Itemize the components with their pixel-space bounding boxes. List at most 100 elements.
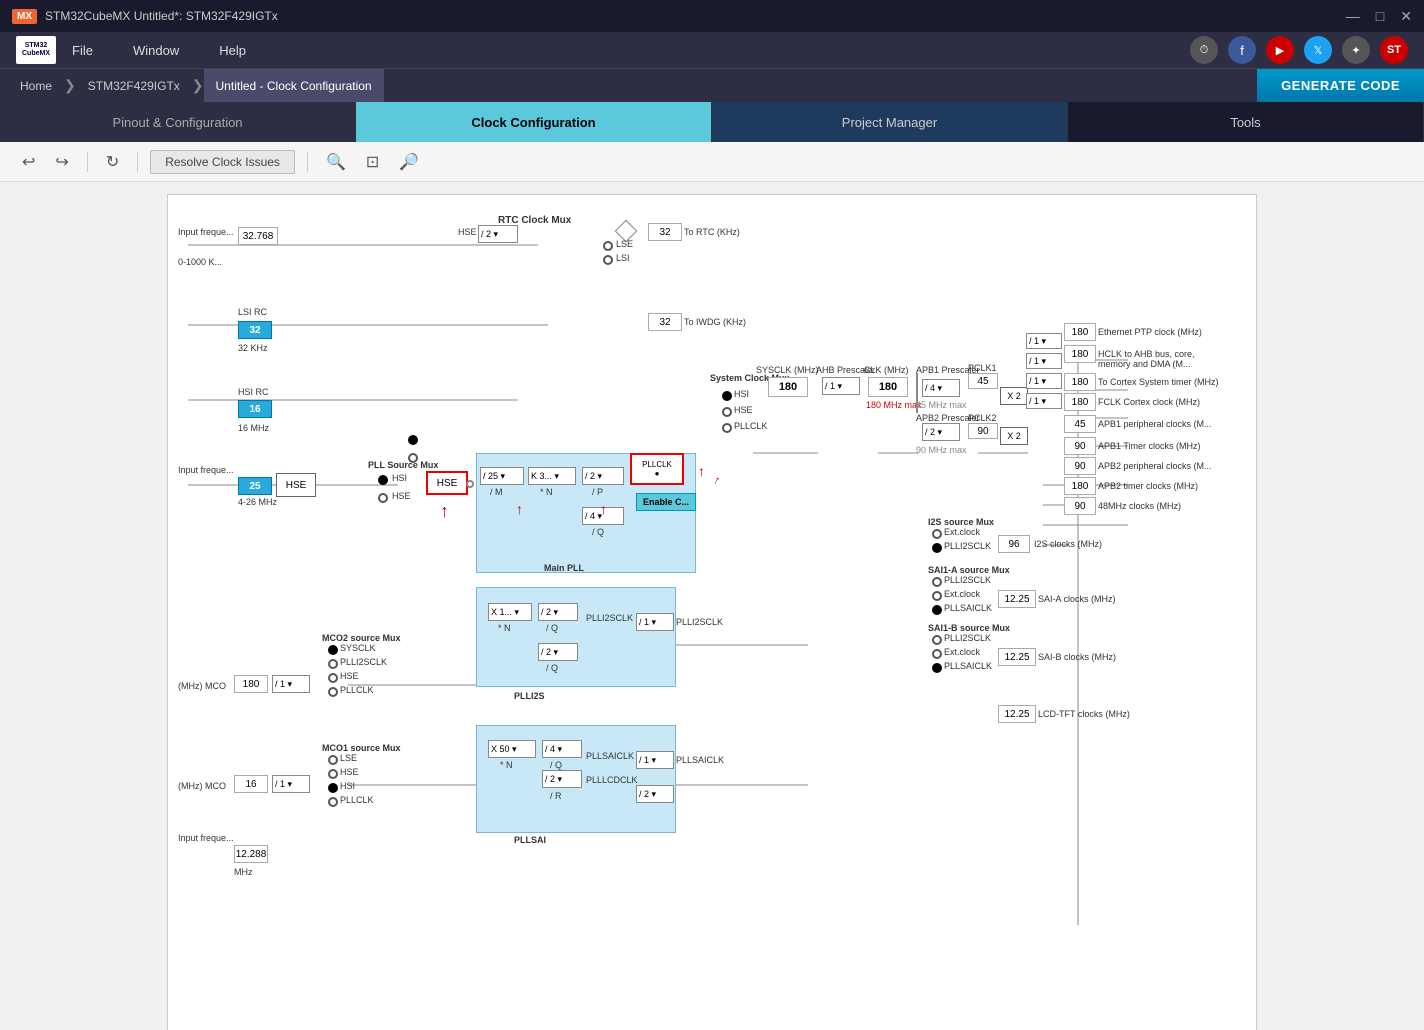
plli2sclk-saib-radio[interactable] [932,635,942,645]
crumb-current[interactable]: Untitled - Clock Configuration [204,69,384,102]
title-controls[interactable]: — □ ✕ [1346,8,1412,25]
social-st[interactable]: ST [1380,36,1408,64]
extclock-i2s-radio[interactable] [932,529,942,539]
lse-rtc-radio[interactable] [603,241,613,251]
menu-help[interactable]: Help [211,39,254,62]
hse-pll-box[interactable]: HSE [426,471,468,495]
plli2sclk-radio[interactable] [932,543,942,553]
hclk-ahb-value[interactable]: 180 [1064,345,1096,363]
pllclk-mco1-radio[interactable] [328,797,338,807]
plli2s-div1-select[interactable]: / 1 ▾ [636,613,674,631]
crumb-home[interactable]: Home [8,69,64,102]
lsi-rtc-radio[interactable] [603,255,613,265]
hsi-16-value[interactable]: 16 [238,400,272,418]
minimize-button[interactable]: — [1346,8,1360,25]
hse-25-value[interactable]: 25 [238,477,272,495]
mco2-value[interactable]: 180 [234,675,268,693]
plli2sclk-mco2-radio[interactable] [328,659,338,669]
div2-p-select[interactable]: / 2 ▾ [582,467,624,485]
hse-sys-radio[interactable] [722,407,732,417]
eth-ptp-value[interactable]: 180 [1064,323,1096,341]
div1-3-select[interactable]: / 1 ▾ [1026,373,1062,389]
div1-2-select[interactable]: / 1 ▾ [1026,353,1062,369]
generate-code-button[interactable]: GENERATE CODE [1257,69,1424,103]
hsi-sys-radio[interactable] [722,391,732,401]
hse-box[interactable]: HSE [276,473,316,497]
hse-mco2-radio[interactable] [328,673,338,683]
tab-pinout[interactable]: Pinout & Configuration [0,102,356,142]
pllclk-mco2-radio[interactable] [328,687,338,697]
menu-file[interactable]: File [64,39,101,62]
tab-project[interactable]: Project Manager [712,102,1068,142]
mco2-div1-select[interactable]: / 1 ▾ [272,675,310,693]
sysclk-value[interactable]: 180 [768,377,808,397]
lsi-32-value[interactable]: 32 [238,321,272,339]
pclk2-90[interactable]: 90 [968,423,998,439]
crumb-device[interactable]: STM32F429IGTx [76,69,192,102]
hsi-mco1-radio[interactable] [328,783,338,793]
pclk1-45[interactable]: 45 [968,373,998,389]
fit-button[interactable]: ⊡ [360,148,385,176]
redo-button[interactable]: ↪ [49,148,74,176]
social-clock[interactable]: ⏱ [1190,36,1218,64]
apb2-timer-value[interactable]: 180 [1064,477,1096,495]
plli2s-r-select[interactable]: / 2 ▾ [538,643,578,661]
lse-value[interactable]: 32.768 [238,227,278,245]
div1-4-select[interactable]: / 1 ▾ [1026,393,1062,409]
apb1-timer-value[interactable]: 90 [1064,437,1096,455]
hse-pll-radio[interactable] [378,493,388,503]
zoom-out-button[interactable]: 🔎 [393,148,425,176]
to-rtc-32-value[interactable]: 32 [648,223,682,241]
maximize-button[interactable]: □ [1376,8,1384,25]
fclk-value[interactable]: 180 [1064,393,1096,411]
plli2s-q-select[interactable]: / 2 ▾ [538,603,578,621]
undo-button[interactable]: ↩ [16,148,41,176]
sysclk-mco2-radio[interactable] [328,645,338,655]
pllsaiclk-saib-radio[interactable] [932,663,942,673]
k3-select[interactable]: K 3... ▾ [528,467,576,485]
social-twitter[interactable]: 𝕏 [1304,36,1332,64]
enable-c-button[interactable]: Enable C... [636,493,696,511]
sai-a-value[interactable]: 12.25 [998,590,1036,608]
cortex-timer-value[interactable]: 180 [1064,373,1096,391]
pllsai-r-select[interactable]: / 2 ▾ [542,770,582,788]
zoom-in-button[interactable]: 🔍 [320,148,352,176]
mco1-value[interactable]: 16 [234,775,268,793]
social-youtube[interactable]: ▶ [1266,36,1294,64]
pllsaiclk-sai-radio[interactable] [932,605,942,615]
hse-mco1-radio[interactable] [328,769,338,779]
clock-diagram[interactable]: Input freque... 0-1000 K... LSE 32.768 L… [167,194,1257,1030]
hse-div2-select[interactable]: / 2 ▾ [478,225,518,243]
div25-select[interactable]: / 25 ▾ [480,467,524,485]
lse-mco1-radio[interactable] [328,755,338,765]
sai-b-value[interactable]: 12.25 [998,648,1036,666]
tab-clock[interactable]: Clock Configuration [356,102,712,142]
plli2sclk-sai-radio[interactable] [932,577,942,587]
hsi-radio[interactable] [408,435,418,445]
lcd-tft-value[interactable]: 12.25 [998,705,1036,723]
tab-tools[interactable]: Tools [1068,102,1424,142]
mco1-div1-select[interactable]: / 1 ▾ [272,775,310,793]
ahb-clk-value[interactable]: 180 [868,377,908,397]
extclock-saib-radio[interactable] [932,649,942,659]
menu-window[interactable]: Window [125,39,187,62]
pll-sys-radio[interactable] [722,423,732,433]
pllsai-div2-select[interactable]: / 2 ▾ [636,785,674,803]
i2s-clk-value[interactable]: 96 [998,535,1030,553]
hsi-pll-radio[interactable] [378,475,388,485]
pllsai-n-select[interactable]: X 50 ▾ [488,740,536,758]
close-button[interactable]: ✕ [1400,8,1412,25]
plli2s-n-select[interactable]: X 1... ▾ [488,603,532,621]
ahb-prescaler-select[interactable]: / 1 ▾ [822,377,860,395]
refresh-button[interactable]: ↻ [100,148,125,176]
apb2-periph-value[interactable]: 90 [1064,457,1096,475]
resolve-clock-button[interactable]: Resolve Clock Issues [150,150,295,174]
pllsai-q-select[interactable]: / 4 ▾ [542,740,582,758]
apb2-div-select[interactable]: / 2 ▾ [922,423,960,441]
input-freq3-value[interactable]: 12.288 [234,845,268,863]
apb1-periph-value[interactable]: 45 [1064,415,1096,433]
social-network[interactable]: ✦ [1342,36,1370,64]
div1-1-select[interactable]: / 1 ▾ [1026,333,1062,349]
extclock-sai-radio[interactable] [932,591,942,601]
to-iwdg-32-value[interactable]: 32 [648,313,682,331]
